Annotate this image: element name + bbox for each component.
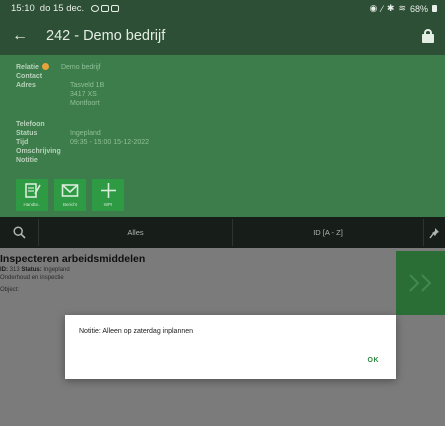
battery-icon xyxy=(432,5,437,12)
gallery-icon xyxy=(101,5,110,12)
search-icon xyxy=(12,226,26,239)
list-item-meta: ID: 313 Status: Ingepland xyxy=(0,267,70,273)
status-bar-right: ◉ ⁄ ✱ ≋ 68% xyxy=(370,3,437,14)
detail-value: Tasveld 1B xyxy=(70,82,105,89)
handtekening-button[interactable]: Handte.. xyxy=(16,179,48,211)
detail-label: Telefoon xyxy=(16,121,45,128)
detail-row-notitie: Notitie xyxy=(16,156,70,165)
bericht-button[interactable]: Bericht xyxy=(54,179,86,211)
action-label: Bericht xyxy=(62,202,77,207)
id-value: 313 xyxy=(9,267,20,273)
detail-label: Relatie xyxy=(16,64,39,71)
wpi-button[interactable]: WPI xyxy=(92,179,124,211)
status-bar-left: 15:10 do 15 dec. xyxy=(11,3,120,14)
detail-label: Adres xyxy=(16,82,36,89)
pin-icon xyxy=(428,227,439,238)
list-item-title: Inspecteren arbeidsmiddelen xyxy=(0,253,146,265)
battery-level: 68% xyxy=(409,3,428,14)
detail-value: Demo bedrijf xyxy=(60,64,101,71)
action-label: Handte.. xyxy=(23,202,41,207)
search-button[interactable] xyxy=(0,217,38,248)
detail-row-omschrijving: Omschrijving xyxy=(16,147,70,156)
page-title: 242 - Demo bedrijf xyxy=(46,28,166,44)
list-item-object: Object: xyxy=(0,287,20,293)
clock: 15:10 xyxy=(11,3,35,14)
date: do 15 dec. xyxy=(39,3,85,14)
detail-label: Notitie xyxy=(16,157,38,164)
dialog-message: Notitie: Alleen op zaterdag inplannen xyxy=(79,328,194,335)
alarm-icon: ◉ xyxy=(369,3,378,13)
detail-row-city: Montfoort xyxy=(16,99,100,108)
eye-icon xyxy=(91,5,100,12)
swipe-action-panel[interactable] xyxy=(396,251,445,315)
detail-row-tijd: Tijd 09:35 - 15:00 15-12-2022 xyxy=(16,138,149,147)
detail-row-contact: Contact xyxy=(16,72,70,81)
mail-icon xyxy=(61,184,79,197)
detail-row-postcode: 3417 XS xyxy=(16,90,97,99)
plus-icon xyxy=(100,183,116,198)
app-bar: ← 242 - Demo bedrijf xyxy=(0,17,445,55)
detail-label: Omschrijving xyxy=(16,148,61,155)
detail-row-adres: Adres Tasveld 1B xyxy=(16,81,104,90)
detail-value: 09:35 - 15:00 15-12-2022 xyxy=(70,139,150,146)
swipe-arrow-icon xyxy=(409,274,432,292)
detail-row-telefoon: Telefoon xyxy=(16,120,70,129)
status-value: Ingepland xyxy=(43,267,70,273)
notification-icons xyxy=(91,5,120,12)
status-dot-icon xyxy=(41,63,49,70)
id-label: ID: xyxy=(0,267,8,273)
status-bar: 15:10 do 15 dec. ◉ ⁄ ✱ ≋ 68% xyxy=(0,0,445,17)
detail-value: 3417 XS xyxy=(70,91,97,98)
detail-row-relatie: Relatie Demo bedrijf xyxy=(16,63,101,72)
pin-button[interactable] xyxy=(424,217,445,248)
image-icon xyxy=(111,5,120,12)
ok-button[interactable]: OK xyxy=(368,357,380,364)
action-label: WPI xyxy=(103,202,113,207)
detail-value: Ingepland xyxy=(70,130,101,137)
filter-all-label: Alles xyxy=(127,228,144,237)
detail-value: Montfoort xyxy=(70,100,100,107)
sign-document-icon xyxy=(24,183,41,198)
detail-label: Tijd xyxy=(16,139,29,146)
wifi-icon: ≋ xyxy=(398,3,406,13)
filter-bar: Alles ID [A - Z] xyxy=(0,217,445,248)
bluetooth-icon: ✱ xyxy=(386,3,395,13)
lock-icon[interactable] xyxy=(422,29,434,43)
note-dialog: Notitie: Alleen op zaterdag inplannen OK xyxy=(65,315,396,379)
status-label: Status: xyxy=(21,267,42,273)
sort-dropdown[interactable]: ID [A - Z] xyxy=(233,217,423,248)
detail-label: Status xyxy=(16,130,38,137)
detail-row-status: Status Ingepland xyxy=(16,129,101,138)
sort-label: ID [A - Z] xyxy=(313,228,343,237)
detail-label: Contact xyxy=(16,73,43,80)
back-arrow-icon[interactable]: ← xyxy=(0,27,40,45)
list-item-type: Onderhoud en inspectie xyxy=(0,275,64,281)
filter-all-tab[interactable]: Alles xyxy=(39,217,232,248)
mute-icon: ⁄ xyxy=(381,3,383,14)
